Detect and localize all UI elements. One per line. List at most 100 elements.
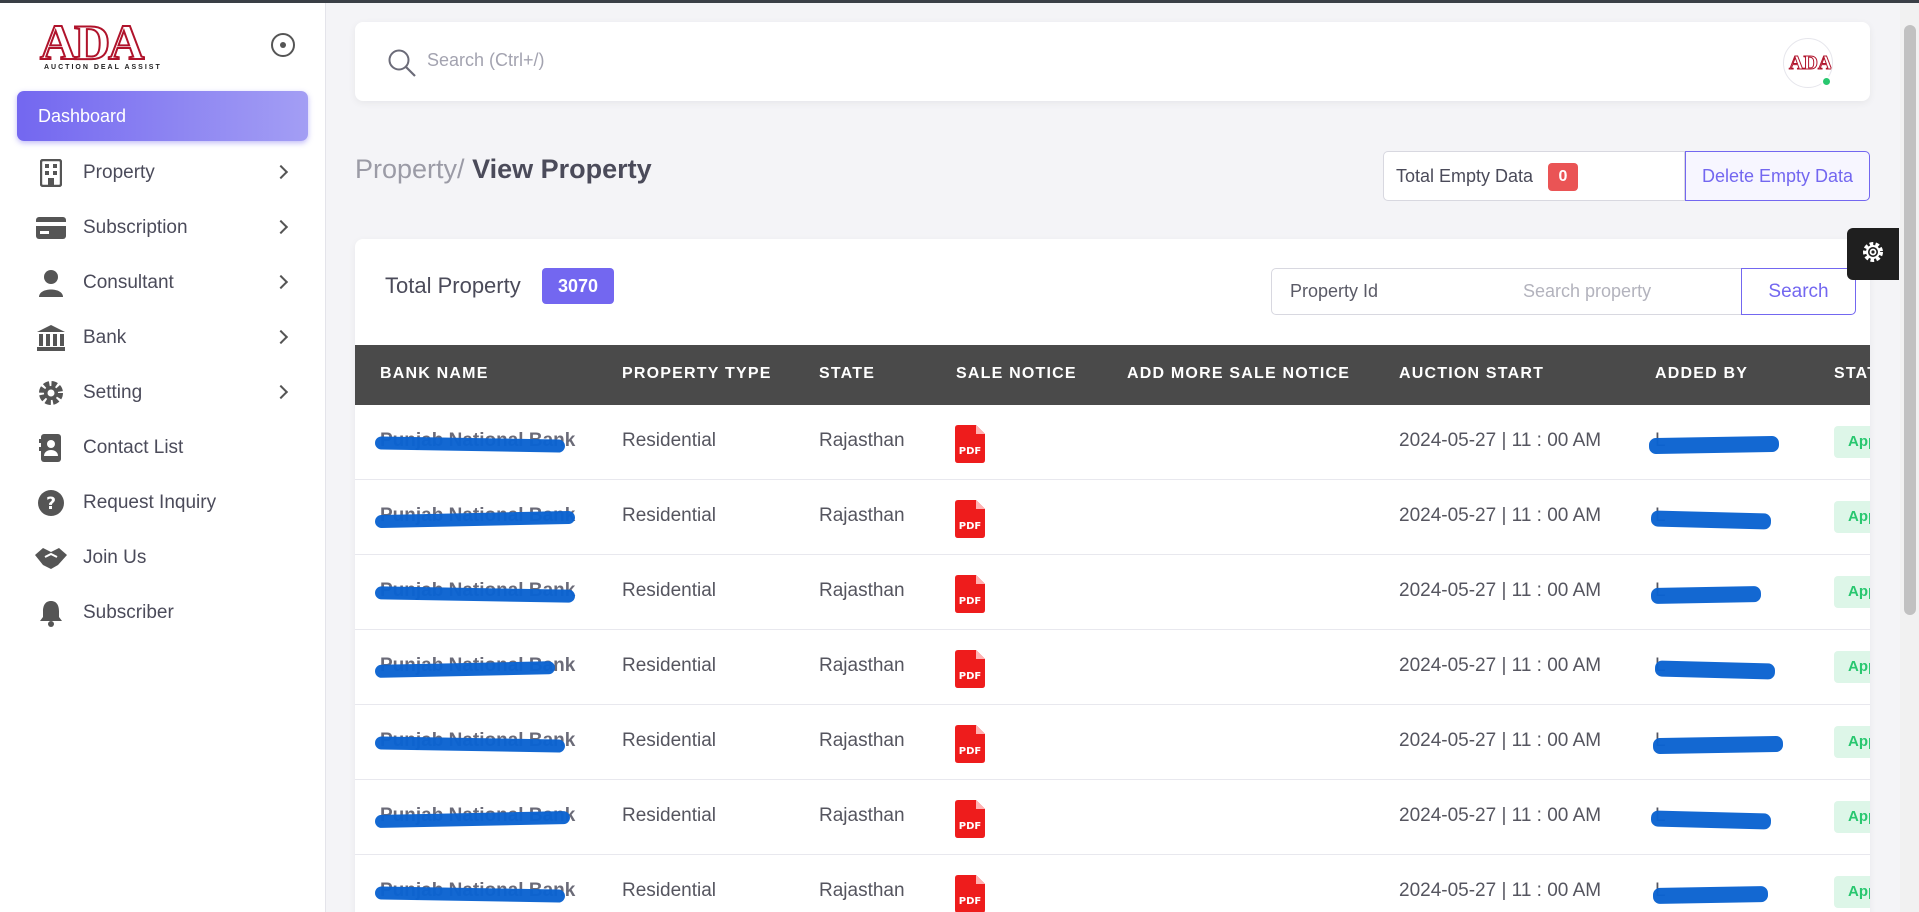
- contact-card-icon: [31, 433, 71, 463]
- sidebar-item-property[interactable]: Property: [17, 150, 308, 196]
- property-type-cell: Residential: [622, 430, 716, 451]
- status-badge: Approved: [1834, 651, 1870, 683]
- user-icon: [31, 269, 71, 297]
- auction-start-cell: 2024-05-27 | 11 : 00 AM: [1399, 655, 1602, 676]
- auction-start-cell: 2024-05-27 | 11 : 00 AM: [1399, 730, 1602, 751]
- svg-text:PDF: PDF: [959, 671, 981, 682]
- sidebar-item-subscription[interactable]: Subscription: [17, 205, 308, 251]
- table-header: BANK NAME PROPERTY TYPE STATE SALE NOTIC…: [355, 345, 1870, 405]
- search-icon[interactable]: [387, 48, 417, 83]
- sidebar-item-subscriber[interactable]: Subscriber: [17, 590, 308, 636]
- sidebar-item-label: Contact List: [83, 437, 184, 458]
- sidebar: ADA AUCTION DEAL ASSIST Dashboard Proper…: [0, 3, 326, 912]
- sidebar-item-consultant[interactable]: Consultant: [17, 260, 308, 306]
- auction-start-cell: 2024-05-27 | 11 : 00 AM: [1399, 805, 1602, 826]
- status-badge: Approved: [1834, 501, 1870, 533]
- empty-data-count-badge: 0: [1548, 163, 1578, 191]
- svg-text:PDF: PDF: [959, 821, 981, 832]
- auction-start-cell: 2024-05-27 | 11 : 00 AM: [1399, 430, 1602, 451]
- svg-text:PDF: PDF: [959, 446, 981, 457]
- handshake-icon: [31, 545, 71, 571]
- auction-start-cell: 2024-05-27 | 11 : 00 AM: [1399, 505, 1602, 526]
- sidebar-toggle-icon[interactable]: [271, 33, 295, 57]
- column-header[interactable]: PROPERTY TYPE: [622, 365, 772, 383]
- auction-start-cell: 2024-05-27 | 11 : 00 AM: [1399, 880, 1602, 901]
- scrollbar-thumb[interactable]: [1904, 25, 1916, 615]
- table-row[interactable]: Punjab National BankResidentialRajasthan…: [355, 705, 1870, 780]
- svg-text:PDF: PDF: [959, 896, 981, 907]
- chevron-right-icon: [273, 274, 289, 290]
- delete-empty-data-button[interactable]: Delete Empty Data: [1685, 151, 1870, 201]
- property-type-cell: Residential: [622, 580, 716, 601]
- state-cell: Rajasthan: [819, 730, 905, 751]
- chevron-right-icon: [273, 384, 289, 400]
- sidebar-item-label: Setting: [83, 382, 143, 403]
- breadcrumb-parent[interactable]: Property/: [355, 154, 465, 184]
- sidebar-item-bank[interactable]: Bank: [17, 315, 308, 361]
- column-header[interactable]: ADDED BY: [1655, 365, 1748, 383]
- sidebar-item-join-us[interactable]: Join Us: [17, 535, 308, 581]
- sidebar-item-label: Property: [83, 162, 155, 183]
- state-cell: Rajasthan: [819, 580, 905, 601]
- table-row[interactable]: Punjab National BankResidentialRajasthan…: [355, 480, 1870, 555]
- table-row[interactable]: Punjab National BankResidentialRajasthan…: [355, 780, 1870, 855]
- sidebar-item-label: Consultant: [83, 272, 174, 293]
- redaction-mark: [1648, 435, 1780, 455]
- pdf-icon[interactable]: PDF: [955, 500, 985, 544]
- property-type-cell: Residential: [622, 730, 716, 751]
- sidebar-item-request-inquiry[interactable]: ? Request Inquiry: [17, 480, 308, 526]
- bell-icon: [31, 599, 71, 627]
- pdf-icon[interactable]: PDF: [955, 875, 985, 912]
- theme-customizer-button[interactable]: [1847, 228, 1899, 280]
- state-cell: Rajasthan: [819, 505, 905, 526]
- sidebar-item-label: Subscription: [83, 217, 188, 238]
- status-badge: Approved: [1834, 876, 1870, 908]
- pdf-icon[interactable]: PDF: [955, 800, 985, 844]
- total-empty-data-label: Total Empty Data: [1396, 166, 1534, 186]
- sidebar-item-dashboard[interactable]: Dashboard: [17, 91, 308, 141]
- sidebar-item-setting[interactable]: Setting: [17, 370, 308, 416]
- property-type-cell: Residential: [622, 880, 716, 901]
- global-search-input[interactable]: Search (Ctrl+/): [427, 50, 545, 71]
- state-cell: Rajasthan: [819, 655, 905, 676]
- sidebar-item-label: Subscriber: [83, 602, 174, 623]
- svg-text:PDF: PDF: [959, 746, 981, 757]
- table-row[interactable]: Punjab National BankResidentialRajasthan…: [355, 405, 1870, 480]
- top-search-bar: Search (Ctrl+/) ADA: [355, 22, 1870, 101]
- auction-start-cell: 2024-05-27 | 11 : 00 AM: [1399, 580, 1602, 601]
- column-header[interactable]: STATUS: [1834, 365, 1870, 383]
- state-cell: Rajasthan: [819, 430, 905, 451]
- sidebar-item-label: Request Inquiry: [83, 492, 217, 513]
- gear-icon: [1861, 240, 1885, 269]
- chevron-right-icon: [273, 329, 289, 345]
- pdf-icon[interactable]: PDF: [955, 725, 985, 769]
- total-empty-data: Total Empty Data 0: [1383, 151, 1685, 201]
- status-badge: Approved: [1834, 801, 1870, 833]
- table-row[interactable]: Punjab National BankResidentialRajasthan…: [355, 555, 1870, 630]
- table-row[interactable]: Punjab National BankResidentialRajasthan…: [355, 855, 1870, 912]
- search-button[interactable]: Search: [1741, 268, 1856, 315]
- search-property-input[interactable]: Search property: [1505, 268, 1742, 315]
- column-header[interactable]: SALE NOTICE: [956, 365, 1077, 383]
- property-id-input[interactable]: Property Id: [1271, 268, 1506, 315]
- pdf-icon[interactable]: PDF: [955, 650, 985, 694]
- status-badge: Approved: [1834, 726, 1870, 758]
- total-property-label: Total Property: [385, 273, 521, 298]
- redaction-mark: [1650, 586, 1762, 604]
- pdf-icon[interactable]: PDF: [955, 575, 985, 619]
- status-badge: Approved: [1834, 576, 1870, 608]
- property-list-card: Total Property 3070 Property Id Search p…: [355, 239, 1870, 912]
- online-status-dot: [1821, 76, 1832, 87]
- column-header[interactable]: BANK NAME: [380, 365, 489, 383]
- column-header[interactable]: ADD MORE SALE NOTICE: [1127, 365, 1350, 383]
- table-row[interactable]: Punjab National BankResidentialRajasthan…: [355, 630, 1870, 705]
- column-header[interactable]: AUCTION START: [1399, 365, 1544, 383]
- chevron-right-icon: [273, 164, 289, 180]
- brand-logo[interactable]: ADA AUCTION DEAL ASSIST: [39, 16, 160, 75]
- gear-icon: [31, 379, 71, 407]
- redaction-mark: [1650, 510, 1772, 530]
- sidebar-item-contact-list[interactable]: Contact List: [17, 425, 308, 471]
- pdf-icon[interactable]: PDF: [955, 425, 985, 469]
- column-header[interactable]: STATE: [819, 365, 875, 383]
- redaction-mark: [1652, 885, 1769, 905]
